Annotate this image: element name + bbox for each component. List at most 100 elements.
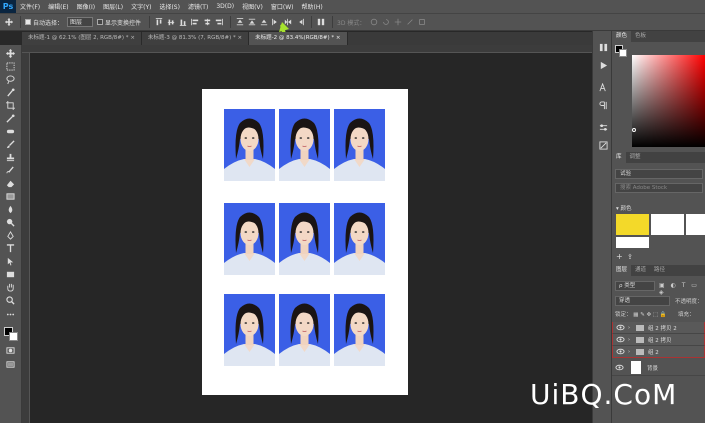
menu-view[interactable]: 视图(V) [238,2,267,11]
tab-untitled-1[interactable]: 未标题-1 @ 62.1% (图层 2, RGB/8#) * × [22,32,142,45]
menu-help[interactable]: 帮助(H) [298,2,327,11]
auto-select-option[interactable]: 自动选择： [25,18,63,27]
chevron-right-icon[interactable]: › [628,349,630,355]
path-select-tool-icon[interactable] [4,256,17,267]
layer-row[interactable]: › 组 2 拷贝 2 [612,322,705,334]
close-icon[interactable]: × [237,35,242,41]
align-hcenter-icon[interactable] [202,18,211,27]
distribute-vcenter-icon[interactable] [247,18,256,27]
tab-color[interactable]: 颜色 [612,31,632,42]
chevron-right-icon[interactable]: › [628,337,630,343]
menu-select[interactable]: 选择(S) [155,2,184,11]
tab-untitled-3[interactable]: 未标题-3 @ 81.3% (7, RGB/8#) * × [141,32,250,45]
move-tool-icon[interactable] [4,18,13,27]
distribute-top-icon[interactable] [235,18,244,27]
3d-rotate-icon[interactable] [369,18,378,27]
zoom-tool-icon[interactable] [4,295,17,306]
screen-mode-icon[interactable] [4,359,17,370]
close-icon[interactable]: × [336,35,341,41]
properties-panel-icon[interactable] [597,121,609,133]
distribute-bottom-icon[interactable] [259,18,268,27]
menu-image[interactable]: 图像(I) [73,2,99,11]
tab-channels[interactable]: 通道 [631,265,650,276]
close-icon[interactable]: × [130,35,135,41]
ruler-vertical[interactable] [22,53,30,423]
tab-swatches[interactable]: 色板 [631,31,650,42]
eye-icon[interactable] [616,323,625,332]
auto-align-icon[interactable] [316,18,325,27]
auto-select-dropdown[interactable]: 图层 [67,17,94,27]
layer-row[interactable]: › 组 2 [612,346,705,358]
layer-row[interactable]: 背景 [612,360,705,376]
show-transform-checkbox[interactable] [97,19,104,25]
move-tool-icon[interactable] [4,48,17,59]
eyedropper-tool-icon[interactable] [4,113,17,124]
align-right-icon[interactable] [214,18,223,27]
menu-filter[interactable]: 滤镜(T) [184,2,212,11]
layer-filter-dropdown[interactable]: ρ 类型 [615,281,655,291]
history-brush-tool-icon[interactable] [4,165,17,176]
library-color-white-2[interactable] [686,214,705,235]
quick-select-tool-icon[interactable] [4,87,17,98]
background-color-swatch[interactable] [9,332,18,341]
align-top-icon[interactable] [154,18,163,27]
marquee-tool-icon[interactable] [4,61,17,72]
eraser-tool-icon[interactable] [4,178,17,189]
crop-tool-icon[interactable] [4,100,17,111]
3d-slide-icon[interactable] [405,18,414,27]
menu-layer[interactable]: 图层(L) [99,2,127,11]
layer-filter-icons[interactable]: ▣ ◐ T ▭ ◈ [659,282,705,296]
tab-layers[interactable]: 图层 [612,265,632,276]
quick-mask-icon[interactable] [4,345,17,356]
library-color-white-1[interactable] [651,214,684,235]
tab-untitled-2[interactable]: 未标题-2 @ 83.4%(RGB/8#) * × [249,32,348,45]
hand-tool-icon[interactable] [4,282,17,293]
clone-stamp-tool-icon[interactable] [4,152,17,163]
add-library-item-icon[interactable]: + [616,252,623,261]
type-tool-icon[interactable] [4,243,17,254]
adjustments-panel-icon[interactable] [597,139,609,151]
library-section-colors[interactable]: ▾ 颜色 [616,204,632,212]
tab-libraries[interactable]: 库 [612,152,626,163]
show-transform-option[interactable]: 显示变换控件 [97,18,141,27]
play-actions-icon[interactable] [597,59,609,71]
layer-row[interactable]: › 组 2 拷贝 [612,334,705,346]
panel-background-swatch[interactable] [619,49,627,57]
menu-type[interactable]: 文字(Y) [127,2,155,11]
library-color-yellow[interactable] [616,214,649,235]
3d-scale-icon[interactable] [417,18,426,27]
document-page[interactable] [202,89,408,395]
cloud-upload-icon[interactable]: ⇪ [627,253,633,261]
ruler-horizontal[interactable] [22,45,592,53]
menu-3d[interactable]: 3D(D) [212,3,238,10]
menu-file[interactable]: 文件(F) [16,2,44,11]
align-vcenter-icon[interactable] [166,18,175,27]
lock-icons[interactable]: ▦ ✎ ✥ ⬚ 🔒 [633,312,666,318]
library-dropdown[interactable]: 试验 [615,169,703,179]
menu-window[interactable]: 窗口(W) [267,2,298,11]
character-panel-icon[interactable] [597,81,609,93]
library-search-input[interactable]: 搜索 Adobe Stock [615,183,703,193]
menu-edit[interactable]: 编辑(E) [44,2,72,11]
paragraph-panel-icon[interactable] [597,99,609,111]
3d-drag-icon[interactable] [393,18,402,27]
color-picker-cursor[interactable] [632,128,636,132]
healing-brush-tool-icon[interactable] [4,126,17,137]
blur-tool-icon[interactable] [4,204,17,215]
pen-tool-icon[interactable] [4,230,17,241]
history-panel-icon[interactable] [597,41,609,53]
align-bottom-icon[interactable] [178,18,187,27]
eye-icon[interactable] [615,363,624,372]
tab-paths[interactable]: 路径 [650,265,669,276]
blend-mode-dropdown[interactable]: 穿透 [615,296,670,306]
eye-icon[interactable] [616,347,625,356]
tab-adjustments[interactable]: 调整 [626,152,645,163]
gradient-tool-icon[interactable] [4,191,17,202]
eye-icon[interactable] [616,335,625,344]
library-color-white-3[interactable] [616,237,649,248]
chevron-right-icon[interactable]: › [628,325,630,331]
color-picker-field[interactable] [632,55,705,147]
rectangle-tool-icon[interactable] [4,269,17,280]
align-left-icon[interactable] [190,18,199,27]
3d-roll-icon[interactable] [381,18,390,27]
